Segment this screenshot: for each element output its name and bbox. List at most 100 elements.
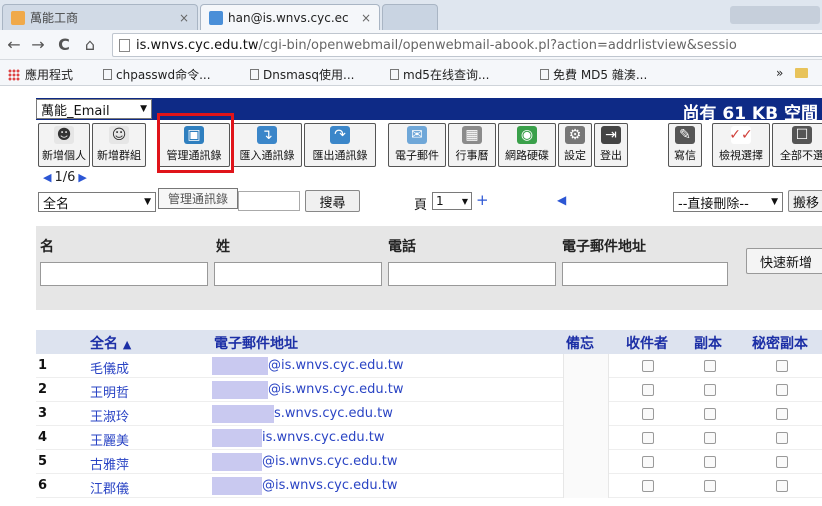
window-controls	[730, 6, 820, 24]
bookmark-item[interactable]: md5在线查询...	[390, 66, 489, 83]
search-field-select[interactable]: 全名 ▼	[38, 192, 156, 212]
delete-action-select[interactable]: --直接刪除-- ▼	[673, 192, 783, 212]
page-icon	[103, 69, 112, 80]
tab-close-icon[interactable]: ×	[179, 11, 189, 25]
email-field[interactable]	[562, 262, 728, 286]
quick-add-button[interactable]: 快速新增	[746, 248, 822, 274]
bcc-checkbox[interactable]	[776, 360, 788, 372]
web-disk-button[interactable]: ◉ 網路硬碟	[498, 123, 556, 167]
contact-name-link[interactable]: 江郡儀	[90, 478, 129, 497]
contact-name-link[interactable]: 王麗美	[90, 430, 129, 449]
delete-select-value: --直接刪除--	[678, 196, 749, 212]
email-column-header[interactable]: 電子郵件地址	[214, 333, 298, 353]
table-row: 3 王淑玲 s.wnvs.cyc.edu.tw	[36, 402, 822, 426]
bcc-checkbox[interactable]	[776, 384, 788, 396]
dropdown-arrow-icon: ▼	[144, 197, 151, 207]
button-label: 新增群組	[97, 149, 141, 162]
page-select[interactable]: 1 ▼	[432, 192, 472, 210]
move-button[interactable]: 搬移	[788, 190, 822, 212]
to-checkbox[interactable]	[642, 408, 654, 420]
folder-select-value: 萬能_Email	[41, 103, 110, 119]
bookmark-label: Dnsmasq使用...	[263, 68, 355, 82]
redaction-mask	[212, 477, 262, 495]
add-person-button[interactable]: ☻ 新增個人	[38, 123, 90, 167]
home-icon[interactable]: ⌂	[80, 35, 100, 54]
bookmark-item[interactable]: chpasswd命令...	[103, 66, 211, 83]
button-label: 寫信	[674, 149, 696, 162]
bcc-checkbox[interactable]	[776, 408, 788, 420]
forward-arrow-icon[interactable]: →	[28, 35, 48, 54]
cc-checkbox[interactable]	[704, 456, 716, 468]
bookmark-item[interactable]: 免費 MD5 雜湊...	[540, 66, 647, 83]
compose-button[interactable]: ✎ 寫信	[668, 123, 702, 167]
cc-checkbox[interactable]	[704, 360, 716, 372]
to-checkbox[interactable]	[642, 456, 654, 468]
logout-button[interactable]: ⇥ 登出	[594, 123, 628, 167]
first-name-field[interactable]	[40, 262, 208, 286]
back-arrow-icon[interactable]: ←	[4, 35, 24, 54]
bookmark-item[interactable]: Dnsmasq使用...	[250, 66, 354, 83]
prev-page-icon[interactable]: ◀	[43, 171, 51, 184]
contact-name-link[interactable]: 王明哲	[90, 382, 129, 401]
email-button[interactable]: ✉ 電子郵件	[388, 123, 446, 167]
contact-email-link[interactable]: @is.wnvs.cyc.edu.tw	[268, 358, 403, 373]
unselect-all-button[interactable]: ☐ 全部不選	[772, 123, 822, 167]
view-selected-button[interactable]: ✓✓ 檢視選擇	[712, 123, 770, 167]
page-label: 頁	[414, 198, 428, 213]
row-number: 1	[38, 358, 48, 373]
contact-email-link[interactable]: is.wnvs.cyc.edu.tw	[262, 430, 384, 445]
button-label: 電子郵件	[395, 149, 439, 162]
contact-email-link[interactable]: @is.wnvs.cyc.edu.tw	[262, 454, 397, 469]
tab-wanneng[interactable]: 萬能工商 ×	[2, 4, 198, 30]
site-favicon-icon	[11, 10, 25, 25]
search-button[interactable]: 搜尋	[305, 190, 360, 212]
settings-button[interactable]: ⚙ 設定	[558, 123, 592, 167]
last-name-field[interactable]	[214, 262, 382, 286]
redaction-mask	[212, 405, 274, 423]
bcc-checkbox[interactable]	[776, 432, 788, 444]
bookmarks-overflow[interactable]: »	[776, 66, 812, 80]
dropdown-arrow-icon: ▼	[771, 197, 778, 207]
search-input[interactable]	[238, 191, 300, 211]
contact-name-link[interactable]: 王淑玲	[90, 406, 129, 425]
redaction-mask	[212, 453, 262, 471]
contact-email-link[interactable]: @is.wnvs.cyc.edu.tw	[268, 382, 403, 397]
cc-checkbox[interactable]	[704, 480, 716, 492]
left-arrow-icon[interactable]: ◀	[557, 193, 566, 207]
new-tab-button[interactable]	[382, 4, 438, 30]
add-group-icon: ☺	[109, 126, 129, 144]
folder-select[interactable]: 萬能_Email ▼	[36, 99, 152, 119]
contact-email-link[interactable]: @is.wnvs.cyc.edu.tw	[262, 478, 397, 493]
tab-close-icon[interactable]: ×	[361, 11, 371, 25]
browser-tab-strip: 萬能工商 × han@is.wnvs.cyc.ec ×	[0, 0, 822, 30]
cc-checkbox[interactable]	[704, 432, 716, 444]
contact-name-link[interactable]: 毛儀成	[90, 358, 129, 377]
contact-email-link[interactable]: s.wnvs.cyc.edu.tw	[274, 406, 393, 421]
bcc-checkbox[interactable]	[776, 480, 788, 492]
phone-field[interactable]	[388, 262, 556, 286]
cc-checkbox[interactable]	[704, 384, 716, 396]
to-checkbox[interactable]	[642, 360, 654, 372]
contact-name-link[interactable]: 古雅萍	[90, 454, 129, 473]
cc-checkbox[interactable]	[704, 408, 716, 420]
to-checkbox[interactable]	[642, 384, 654, 396]
export-address-book-button[interactable]: ↷ 匯出通訊錄	[304, 123, 376, 167]
memo-column-header: 備忘	[566, 336, 594, 352]
fullname-column-header[interactable]: 全名 ▲	[90, 333, 131, 353]
memo-cell	[563, 354, 609, 378]
bookmark-apps[interactable]: 應用程式	[8, 66, 73, 83]
to-checkbox[interactable]	[642, 480, 654, 492]
to-checkbox[interactable]	[642, 432, 654, 444]
address-bar[interactable]: is.wnvs.cyc.edu.tw/cgi-bin/openwebmail/o…	[112, 33, 822, 57]
import-address-book-button[interactable]: ↴ 匯入通訊錄	[232, 123, 302, 167]
tab-webmail[interactable]: han@is.wnvs.cyc.ec ×	[200, 4, 380, 30]
next-page-plus[interactable]: +	[476, 191, 489, 209]
folder-icon	[795, 68, 809, 78]
dropdown-arrow-icon: ▼	[140, 104, 147, 114]
calendar-button[interactable]: ▦ 行事曆	[448, 123, 496, 167]
bcc-checkbox[interactable]	[776, 456, 788, 468]
page-icon	[250, 69, 259, 80]
add-group-button[interactable]: ☺ 新增群組	[92, 123, 146, 167]
next-page-icon[interactable]: ▶	[78, 171, 86, 184]
reload-icon[interactable]: C	[54, 35, 74, 54]
